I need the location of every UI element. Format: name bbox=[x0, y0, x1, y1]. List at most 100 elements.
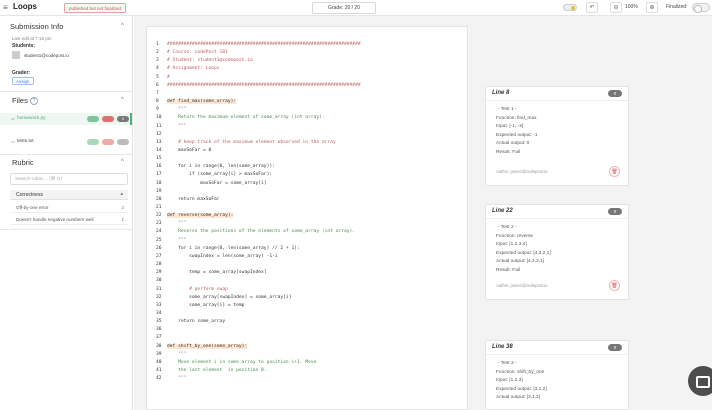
code-line[interactable]: 22 def reverse(some_array): bbox=[147, 212, 467, 220]
code-line[interactable]: 40 Move element i in some_array to posit… bbox=[147, 359, 467, 367]
code-line[interactable]: 35 return some_array bbox=[147, 318, 467, 326]
chat-icon[interactable] bbox=[688, 366, 712, 396]
code-line[interactable]: 13 # keep track of the maximum element o… bbox=[147, 139, 467, 147]
code-line[interactable]: 36 bbox=[147, 326, 467, 334]
code-text: # Student: student1@codepost.io bbox=[167, 58, 253, 64]
chevron-up-icon[interactable]: ▴ bbox=[120, 191, 123, 197]
undo-button[interactable]: ↶ bbox=[586, 2, 598, 13]
code-line[interactable]: 15 bbox=[147, 155, 467, 163]
rubric-item-label: Doesn't handle negative numbers well bbox=[16, 217, 94, 222]
code-line[interactable]: 17 if (some_array[i] > maxSoFar): bbox=[147, 171, 467, 179]
code-line[interactable]: 20 return maxSoFar bbox=[147, 196, 467, 204]
code-line[interactable]: 16 for i in range(0, len(some_array)): bbox=[147, 163, 467, 171]
line-number: 28 bbox=[156, 262, 162, 268]
code-viewer[interactable]: 1 #######################################… bbox=[146, 26, 468, 410]
code-line[interactable]: 18 maxSoFar = some_array[i] bbox=[147, 180, 467, 188]
highlighted-code[interactable]: def find_max(some_array): bbox=[167, 99, 237, 105]
code-text: # Assignment: Loops bbox=[167, 66, 220, 72]
code-line[interactable]: 10 Return the maximum element of some_ar… bbox=[147, 114, 467, 122]
code-line[interactable]: 9 """ bbox=[147, 106, 467, 114]
rubric-category-correctness[interactable]: Correctness ▴ bbox=[10, 190, 128, 200]
last-edit-text: Last edit at 7:18 pm bbox=[12, 36, 52, 41]
delete-comment-icon[interactable]: 🗑 bbox=[609, 166, 620, 177]
code-line[interactable]: 3 # Student: student1@codepost.io bbox=[147, 57, 467, 65]
code-line[interactable]: 8 def find_max(some_array): bbox=[147, 98, 467, 106]
code-line[interactable]: 6 #######################################… bbox=[147, 82, 467, 90]
code-line[interactable]: 21 bbox=[147, 204, 467, 212]
code-line[interactable]: 41 the last element in position 0. bbox=[147, 367, 467, 375]
code-text: swapIndex = len(some_array) -1-i bbox=[167, 253, 278, 259]
comment-header: Line 22 0 bbox=[486, 205, 628, 219]
rubric-search-input[interactable]: Search rubric... (⌘ O) bbox=[10, 173, 128, 185]
highlighted-code[interactable]: def shift_by_one(some_array): bbox=[167, 343, 248, 349]
code-line[interactable]: 12 bbox=[147, 131, 467, 139]
rubric-item[interactable]: Off-by-one error 2 bbox=[10, 203, 128, 213]
theme-toggle[interactable] bbox=[563, 4, 577, 11]
avatar bbox=[12, 51, 20, 59]
code-line[interactable]: 14 maxSoFar = 0 bbox=[147, 147, 467, 155]
comment-body-line: Expected output: [3,1,2] bbox=[496, 386, 547, 392]
comment-body-line: Actual output: [4,2,3,1] bbox=[496, 259, 545, 264]
finalized-toggle[interactable] bbox=[692, 3, 710, 13]
comment-card[interactable]: Line 22 0 - Test 2 - Function: reverse Input… bbox=[485, 204, 629, 300]
code-line[interactable]: 11 """ bbox=[147, 123, 467, 131]
code-text: """ bbox=[167, 221, 187, 227]
code-line[interactable]: 19 bbox=[147, 188, 467, 196]
code-line[interactable]: 27 swapIndex = len(some_array) -1-i bbox=[147, 253, 467, 261]
points-badge: 0 bbox=[608, 90, 622, 97]
comment-card[interactable]: Line 8 0 - Test 1 - Function: find_max Input… bbox=[485, 86, 629, 186]
points-badge: 0 bbox=[608, 344, 622, 351]
code-line[interactable]: 37 bbox=[147, 334, 467, 342]
code-text: for i in range(0, len(some_array) // 2 +… bbox=[167, 245, 300, 251]
code-line[interactable]: 28 bbox=[147, 261, 467, 269]
code-line[interactable]: 38 def shift_by_one(some_array): bbox=[147, 343, 467, 351]
highlighted-code[interactable]: def reverse(some_array): bbox=[167, 213, 234, 219]
code-line[interactable]: 2 # Course: codePost 101 bbox=[147, 49, 467, 57]
code-line[interactable]: 29 temp = some_array[swapIndex] bbox=[147, 269, 467, 277]
code-line[interactable]: 34 bbox=[147, 310, 467, 318]
rubric-category-label: Correctness bbox=[16, 192, 43, 198]
student-email: student1@codepost.io bbox=[24, 53, 69, 58]
assign-grader-button[interactable]: Assign bbox=[12, 77, 34, 85]
status-badge: published but not finalized bbox=[64, 3, 127, 13]
code-text: """ bbox=[167, 107, 187, 113]
file-icon: ▭ bbox=[11, 116, 15, 121]
file-item-homework[interactable]: ▭ homework.py 0 bbox=[0, 113, 132, 125]
code-line[interactable]: 31 # perform swap bbox=[147, 286, 467, 294]
chevron-up-icon[interactable]: ^ bbox=[121, 97, 124, 103]
comment-body-line: Input: [-1, -2] bbox=[496, 124, 524, 129]
delete-comment-icon[interactable]: 🗑 bbox=[609, 280, 620, 291]
code-text: maxSoFar = some_array[i] bbox=[167, 180, 267, 186]
code-line[interactable]: 1 #######################################… bbox=[147, 41, 467, 49]
code-line[interactable]: 7 bbox=[147, 90, 467, 98]
code-text: def shift_by_one(some_array): bbox=[167, 343, 248, 351]
code-line[interactable]: 24 Reverse the positions of the elements… bbox=[147, 228, 467, 236]
code-line[interactable]: 33 some_array[i] = temp bbox=[147, 302, 467, 310]
code-text: Reverse the positions of the elements of… bbox=[167, 229, 356, 235]
code-line[interactable]: 4 # Assignment: Loops bbox=[147, 65, 467, 73]
code-line[interactable]: 5 # bbox=[147, 74, 467, 82]
comment-body-line: Result: Fail bbox=[496, 267, 520, 273]
rubric-item[interactable]: Doesn't handle negative numbers well 1 bbox=[10, 215, 128, 225]
file-item-tests[interactable]: ▭ tests.txt bbox=[0, 136, 132, 148]
code-line[interactable]: 42 """ bbox=[147, 375, 467, 383]
code-line[interactable]: 30 bbox=[147, 277, 467, 285]
file-name: homework.py bbox=[17, 116, 46, 121]
chevron-up-icon[interactable]: ^ bbox=[121, 23, 124, 29]
zoom-in-button[interactable]: ⊕ bbox=[646, 2, 658, 13]
zoom-out-button[interactable]: ⊖ bbox=[610, 2, 622, 13]
code-text: return maxSoFar bbox=[167, 196, 220, 202]
chevron-up-icon[interactable]: ^ bbox=[121, 159, 124, 165]
code-text: Move element i in some_array to position… bbox=[167, 359, 317, 365]
code-line[interactable]: 26 for i in range(0, len(some_array) // … bbox=[147, 245, 467, 253]
help-icon[interactable]: ? bbox=[30, 97, 38, 105]
code-line[interactable]: 39 """ bbox=[147, 351, 467, 359]
code-line[interactable]: 25 """ bbox=[147, 237, 467, 245]
code-line[interactable]: 23 """ bbox=[147, 220, 467, 228]
comment-card[interactable]: Line 38 0 - Test 3 - Function: shift_by_one… bbox=[485, 340, 629, 410]
line-number: 15 bbox=[156, 156, 162, 162]
code-line[interactable]: 32 some_array[swapIndex] = some_array[i] bbox=[147, 294, 467, 302]
comment-body-line: Expected output: [4,3,2,1] bbox=[496, 250, 551, 256]
menu-icon[interactable]: ≡ bbox=[3, 3, 8, 12]
status-pill-gray bbox=[117, 139, 129, 145]
